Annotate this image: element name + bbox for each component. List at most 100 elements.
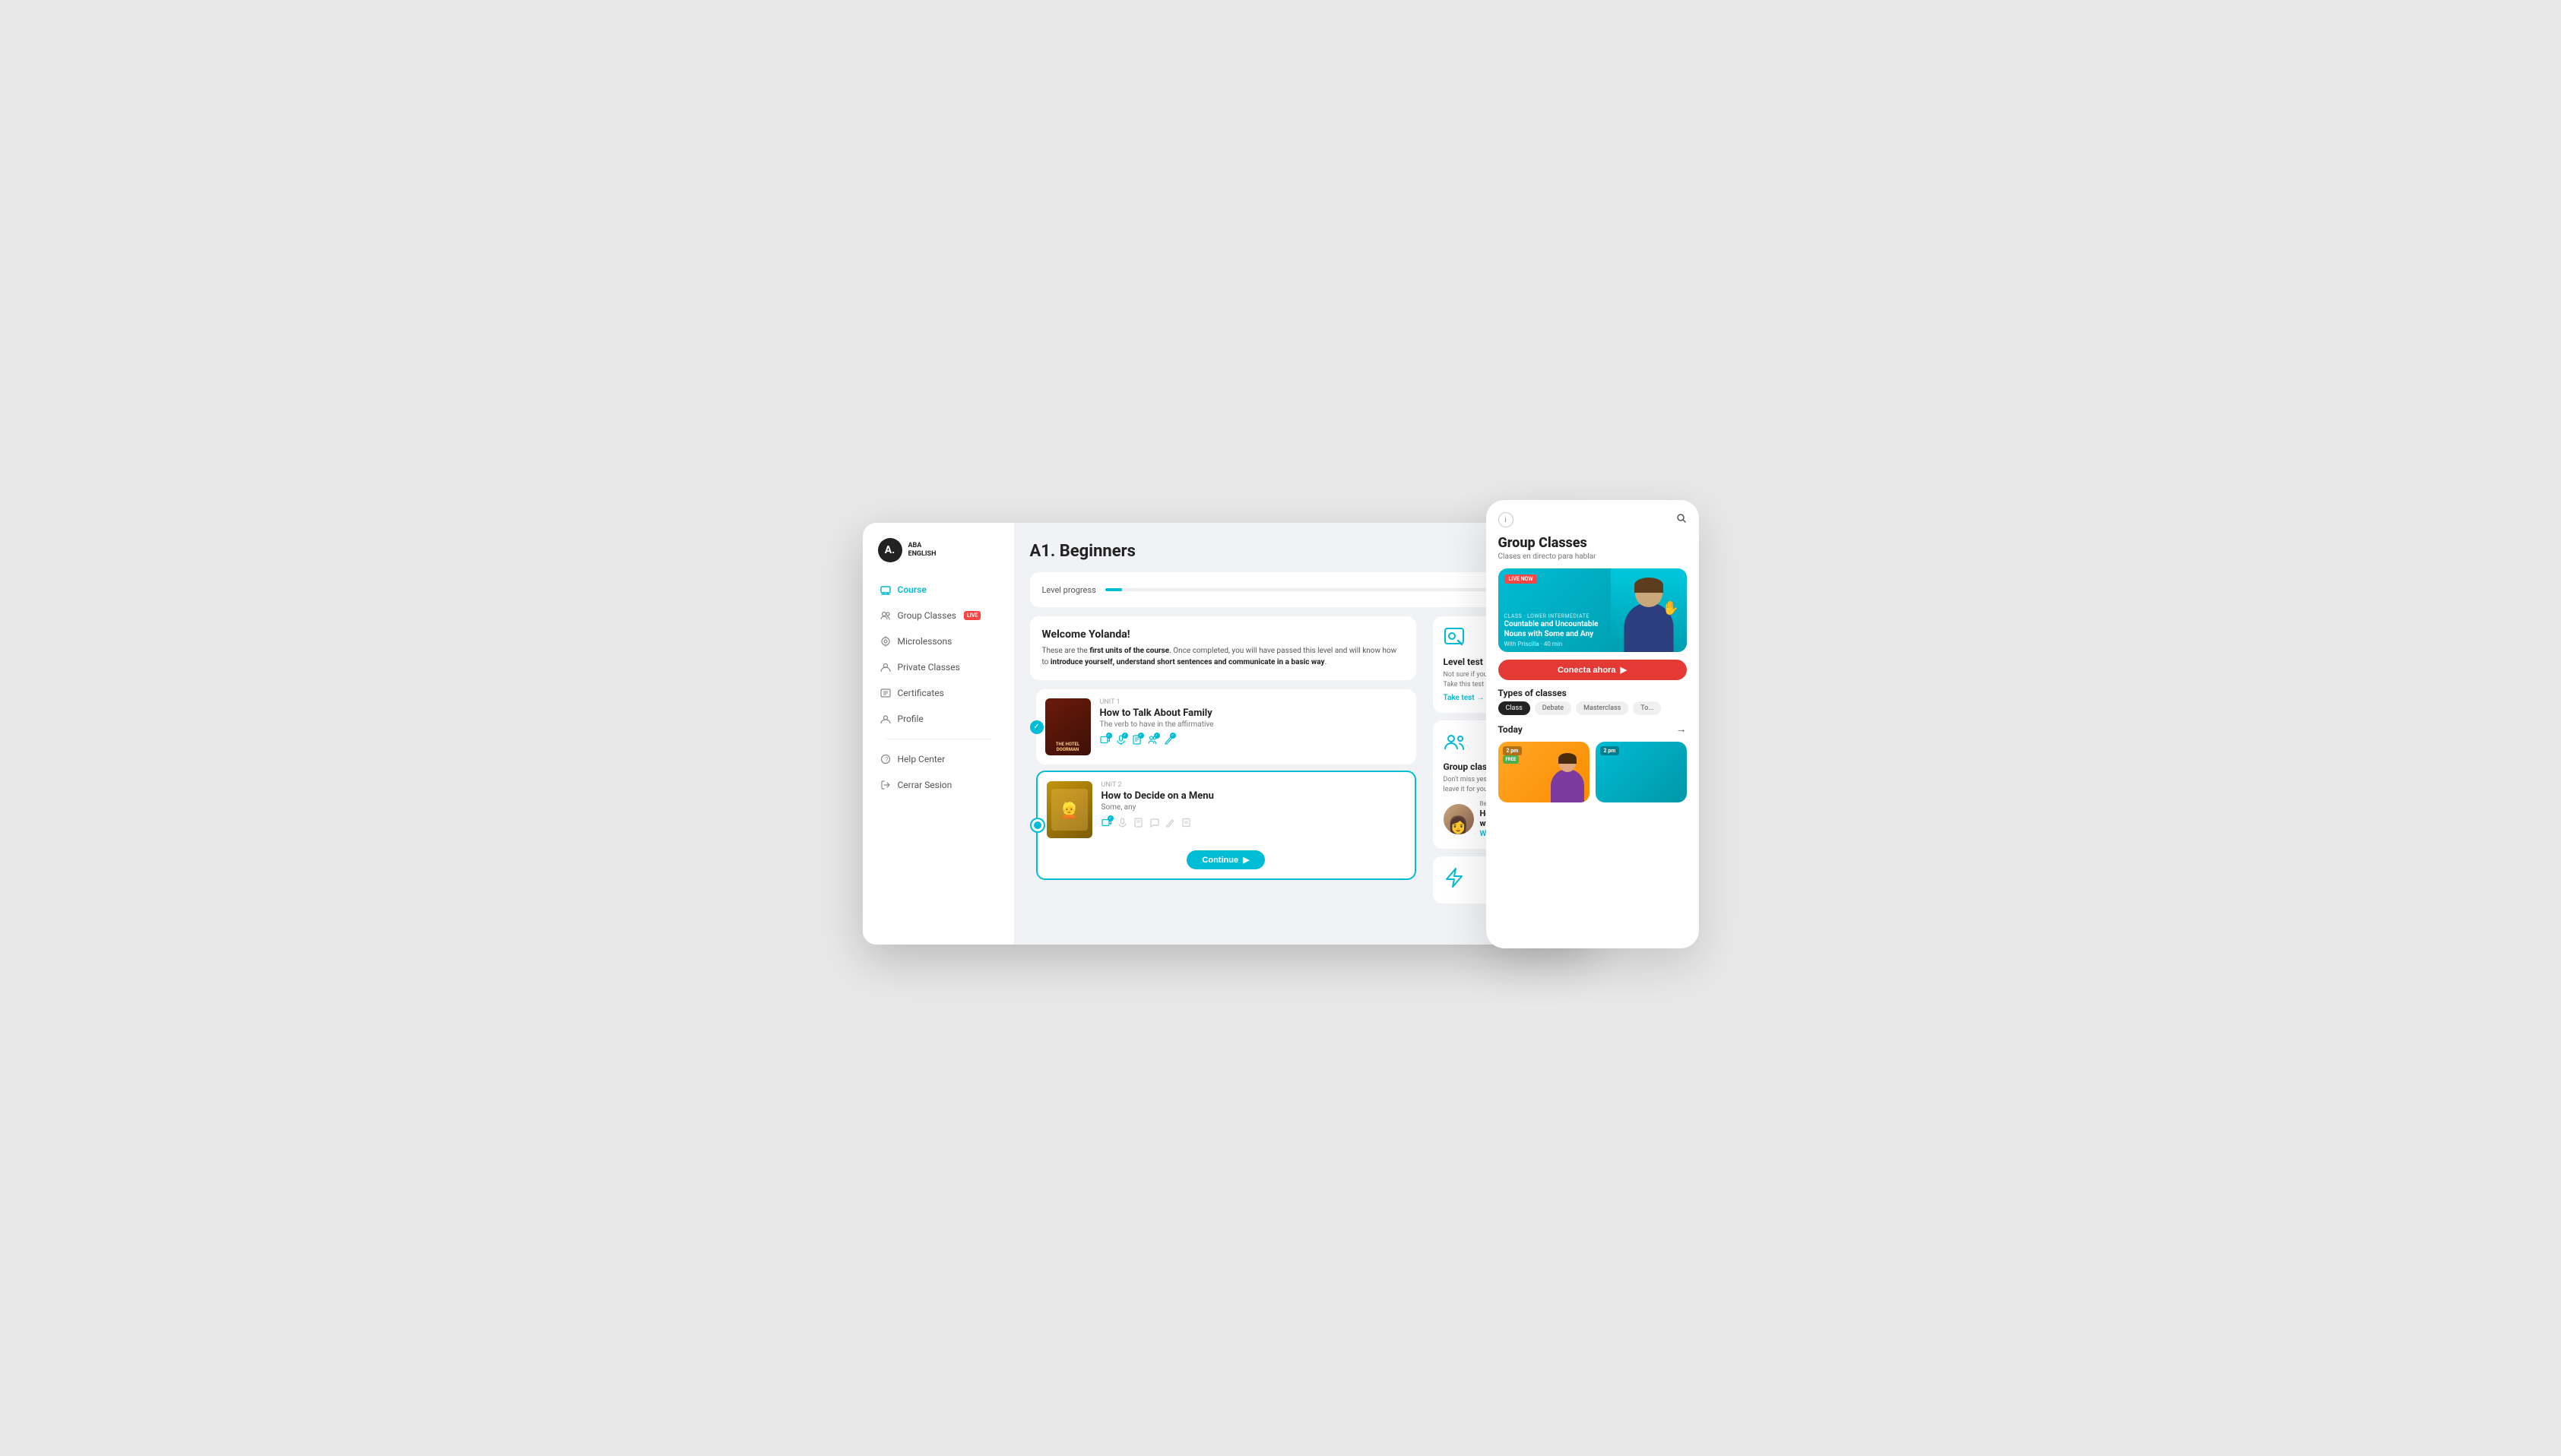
unit-1-desc: The verb to have in the affirmative [1100, 720, 1407, 729]
sidebar-item-cerrar-sesion[interactable]: Cerrar Sesion [870, 773, 1006, 797]
unit-1-info: UNIT 1 How to Talk About Family The verb… [1100, 698, 1407, 747]
left-column: Welcome Yolanda! These are the first uni… [1030, 616, 1416, 904]
types-title: Types of classes [1498, 688, 1687, 698]
page-title: A1. Beginners [1030, 542, 1136, 561]
unit-icon-mic [1116, 735, 1126, 747]
progress-bar [1105, 588, 1520, 591]
beginner-avatar: 👩 [1444, 804, 1474, 834]
p1-hair [1558, 753, 1577, 764]
unit-1-thumbnail: THE HOTELDOORMAN [1045, 698, 1091, 755]
sidebar-item-help-center[interactable]: ? Help Center [870, 747, 1006, 771]
featured-class-teacher: With Priscilla · 40 min [1504, 641, 1612, 647]
u2-video-check [1108, 815, 1114, 821]
types-section: Types of classes Class Debate Masterclas… [1498, 688, 1687, 715]
welcome-title: Welcome Yolanda! [1042, 628, 1404, 641]
type-tab-debate[interactable]: Debate [1535, 701, 1571, 715]
today-card-1-free: FREE [1503, 755, 1520, 764]
help-center-icon: ? [880, 753, 892, 765]
unit-1-icons [1100, 735, 1407, 747]
lightning-icon [1444, 867, 1465, 893]
today-arrow-icon[interactable]: → [1676, 723, 1687, 736]
unit-2-icon-mic [1117, 818, 1127, 830]
type-tab-masterclass[interactable]: Masterclass [1576, 701, 1628, 715]
unit-2-dot [1032, 819, 1044, 831]
unit-icon-read [1132, 735, 1142, 747]
type-tab-class[interactable]: Class [1498, 701, 1530, 715]
unit-1-check: ✓ [1030, 720, 1044, 734]
logo-circle: A. [878, 538, 902, 562]
today-section: Today → 2 pm FREE [1498, 723, 1687, 936]
microlessons-icon [880, 635, 892, 647]
unit-2-icon-task [1181, 818, 1191, 830]
person-figure: ✋ [1616, 576, 1681, 652]
mobile-title-section: Group Classes Clases en directo para hab… [1498, 535, 1687, 561]
conecta-ahora-button[interactable]: Conecta ahora ▶ [1498, 660, 1687, 680]
unit-icon-write [1164, 735, 1174, 747]
unit-2-label: UNIT 2 [1101, 781, 1406, 789]
info-icon: i [1498, 512, 1513, 527]
mobile-panel-subtitle: Clases en directo para hablar [1498, 552, 1687, 561]
continue-button[interactable]: Continue ▶ [1187, 850, 1264, 869]
featured-class-name: Countable and Uncountable Nouns with Som… [1504, 619, 1612, 639]
welcome-text: These are the first units of the course.… [1042, 645, 1404, 668]
sidebar-item-course[interactable]: Course [870, 578, 1006, 602]
featured-bg: ✋ LIVE NOW CLASS · LOWER INTERMEDIATE Co… [1498, 568, 1687, 652]
sidebar-item-cerrar-sesion-label: Cerrar Sesion [898, 780, 952, 790]
unit-1-card: ✓ THE HOTELDOORMAN UNIT 1 How to Talk Ab… [1036, 689, 1416, 764]
conecta-arrow-icon: ▶ [1620, 665, 1626, 675]
featured-class-card: ✋ LIVE NOW CLASS · LOWER INTERMEDIATE Co… [1498, 568, 1687, 652]
type-class-label: Class [1506, 704, 1523, 712]
svg-text:?: ? [885, 756, 889, 763]
conecta-label: Conecta ahora [1558, 666, 1615, 675]
unit-1-inner: THE HOTELDOORMAN UNIT 1 How to Talk Abou… [1045, 698, 1407, 755]
p1-body [1551, 769, 1584, 802]
sidebar-item-profile[interactable]: Profile [870, 707, 1006, 731]
types-tabs: Class Debate Masterclass To... [1498, 701, 1687, 715]
today-card-2[interactable]: 2 pm [1596, 742, 1687, 802]
unit-2-thumbnail: 👱 [1047, 781, 1092, 838]
today-card-1[interactable]: 2 pm FREE [1498, 742, 1590, 802]
unit-2-icon-chat [1149, 818, 1159, 830]
take-test-label: Take test [1444, 694, 1475, 702]
live-now-badge: LIVE NOW [1504, 574, 1538, 584]
mic-check-dot [1122, 733, 1128, 739]
today-card-1-person [1548, 749, 1586, 802]
video-check-dot [1106, 733, 1112, 739]
today-cards: 2 pm FREE 2 pm [1498, 742, 1687, 802]
unit-1-label: UNIT 1 [1100, 698, 1407, 706]
unit-2-card: 👱 UNIT 2 How to Decide on a Menu Some, a… [1036, 771, 1416, 880]
sidebar-item-private-classes[interactable]: Private Classes [870, 655, 1006, 679]
today-card-1-time: 2 pm [1503, 746, 1523, 755]
sidebar-item-private-classes-label: Private Classes [898, 662, 960, 673]
featured-class-label: CLASS · LOWER INTERMEDIATE [1504, 613, 1612, 619]
type-tab-more[interactable]: To... [1633, 701, 1661, 715]
sidebar-item-group-classes[interactable]: Group Classes LIVE [870, 603, 1006, 628]
continue-btn-wrap: Continue ▶ [1047, 844, 1406, 869]
group-classes-icon [880, 609, 892, 622]
hand-wave: ✋ [1662, 600, 1679, 616]
sidebar-item-certificates[interactable]: Certificates [870, 681, 1006, 705]
unit-2-icon-pencil [1165, 818, 1175, 830]
private-classes-icon [880, 661, 892, 673]
sidebar-item-microlessons[interactable]: Microlessons [870, 629, 1006, 654]
search-icon[interactable] [1676, 513, 1687, 527]
unit-icon-group [1148, 735, 1158, 747]
take-test-arrow: → [1477, 694, 1485, 702]
today-card-2-time: 2 pm [1600, 746, 1620, 755]
write-check-dot [1170, 733, 1176, 739]
group-check-dot [1154, 733, 1160, 739]
profile-icon [880, 713, 892, 725]
welcome-card: Welcome Yolanda! These are the first uni… [1030, 616, 1416, 680]
unit-2-desc: Some, any [1101, 803, 1406, 812]
sidebar-item-profile-label: Profile [898, 714, 924, 724]
unit-list: ✓ THE HOTELDOORMAN UNIT 1 How to Talk Ab… [1030, 689, 1416, 880]
unit-2-info: UNIT 2 How to Decide on a Menu Some, any [1101, 781, 1406, 830]
mobile-panel-title: Group Classes [1498, 535, 1687, 551]
certificates-icon [880, 687, 892, 699]
unit-2-title: How to Decide on a Menu [1101, 790, 1406, 802]
unit-2-inner: 👱 UNIT 2 How to Decide on a Menu Some, a… [1047, 781, 1406, 838]
course-icon [880, 584, 892, 596]
person-1-fig [1549, 751, 1586, 802]
person-hair [1634, 578, 1663, 593]
sidebar-item-microlessons-label: Microlessons [898, 636, 952, 647]
